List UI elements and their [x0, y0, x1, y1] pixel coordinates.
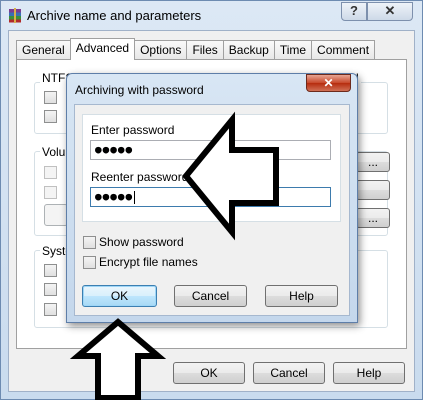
enter-password-value: ●●●●●	[95, 143, 134, 156]
ok-button[interactable]: OK	[173, 362, 245, 384]
volume-browse-button-3[interactable]: ...	[356, 208, 390, 228]
tab-options[interactable]: Options	[134, 40, 188, 60]
volume-group-label: Volu	[40, 145, 68, 159]
password-dialog-close-button[interactable]: ✕	[306, 74, 351, 92]
reenter-password-label: Reenter password fo	[91, 170, 202, 184]
tab-backup[interactable]: Backup	[222, 40, 275, 60]
encrypt-file-names-checkbox[interactable]	[83, 256, 96, 269]
enter-password-label: Enter password	[91, 123, 175, 137]
ntfs-checkbox-1[interactable]	[44, 91, 57, 104]
reenter-password-field[interactable]: ●●●●●	[90, 187, 331, 207]
volume-checkbox-1[interactable]	[44, 166, 57, 179]
volume-checkbox-2[interactable]	[44, 186, 57, 199]
password-ok-button[interactable]: OK	[82, 285, 157, 307]
show-password-checkbox[interactable]	[83, 236, 96, 249]
password-dialog-title: Archiving with password	[75, 83, 204, 97]
winrar-archive-icon	[9, 8, 21, 23]
tab-strip: General Advanced Options Files Backup Ti…	[16, 38, 376, 60]
encrypt-file-names-label: Encrypt file names	[99, 255, 198, 269]
enter-password-field[interactable]: ●●●●●	[90, 140, 331, 160]
tab-time[interactable]: Time	[273, 40, 313, 60]
reenter-password-value: ●●●●●	[95, 190, 134, 203]
system-checkbox-1[interactable]	[44, 264, 57, 277]
tab-files[interactable]: Files	[186, 40, 224, 60]
close-title-button[interactable]: ✕	[367, 2, 413, 21]
tab-comment[interactable]: Comment	[311, 40, 376, 60]
ntfs-checkbox-2[interactable]	[44, 110, 57, 123]
volume-dropdown[interactable]	[44, 204, 68, 226]
volume-browse-button-1[interactable]: ...	[356, 152, 390, 172]
help-title-button[interactable]: ?	[341, 2, 367, 21]
cancel-button[interactable]: Cancel	[253, 362, 325, 384]
tab-advanced[interactable]: Advanced	[69, 38, 136, 60]
help-button[interactable]: Help	[333, 362, 405, 384]
password-cancel-button[interactable]: Cancel	[174, 285, 247, 307]
text-caret	[134, 190, 136, 204]
tab-general[interactable]: General	[16, 40, 71, 60]
system-checkbox-3[interactable]	[44, 303, 57, 316]
volume-button-2[interactable]	[356, 180, 390, 200]
system-checkbox-2[interactable]	[44, 283, 57, 296]
password-help-button[interactable]: Help	[265, 285, 338, 307]
show-password-label: Show password	[99, 235, 184, 249]
window-title: Archive name and parameters	[27, 8, 202, 23]
